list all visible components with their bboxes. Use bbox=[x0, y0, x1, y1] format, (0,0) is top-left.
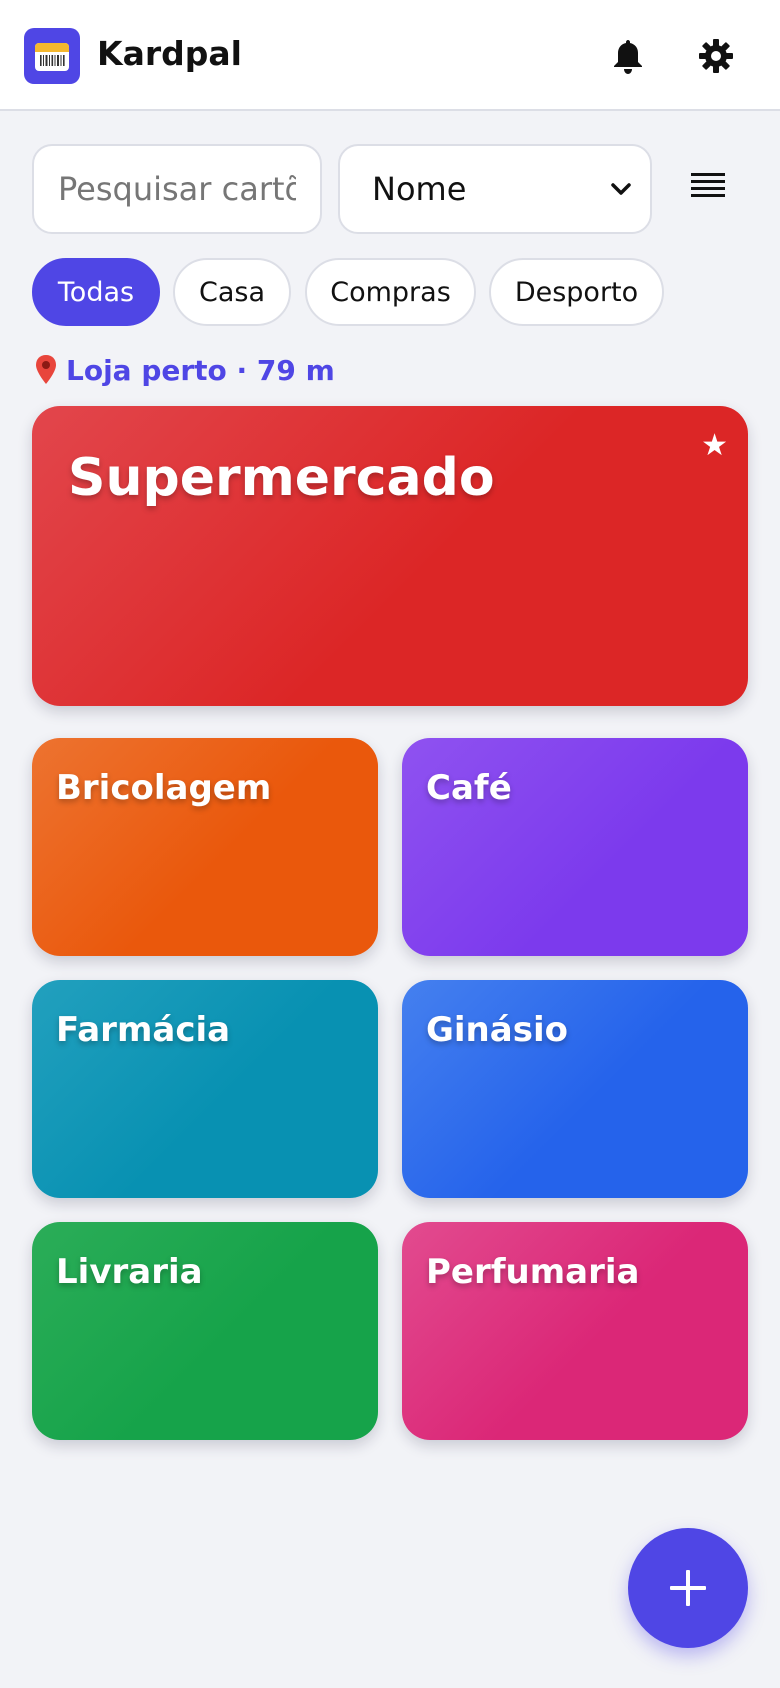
nearby-store-banner[interactable]: Loja perto · 79 m bbox=[34, 350, 335, 390]
loyalty-card[interactable]: Farmácia bbox=[32, 980, 378, 1198]
bell-icon bbox=[614, 40, 642, 74]
app-title: Kardpal bbox=[97, 34, 242, 73]
chevron-down-icon bbox=[611, 183, 631, 195]
card-name: Livraria bbox=[56, 1252, 203, 1292]
loyalty-card[interactable]: Livraria bbox=[32, 1222, 378, 1440]
filter-chip-compras[interactable]: Compras bbox=[305, 258, 476, 326]
card-name: Bricolagem bbox=[56, 768, 272, 808]
barcode-card-icon bbox=[35, 43, 69, 71]
notifications-button[interactable] bbox=[608, 36, 648, 76]
list-view-icon bbox=[691, 173, 725, 197]
map-pin-icon bbox=[36, 355, 56, 384]
card-name: Farmácia bbox=[56, 1010, 231, 1050]
nearby-store-label: Loja perto · 79 m bbox=[66, 353, 335, 387]
filter-chip-todas[interactable]: Todas bbox=[32, 258, 160, 326]
plus-icon bbox=[670, 1570, 706, 1606]
filter-chip-desporto[interactable]: Desporto bbox=[489, 258, 664, 326]
loyalty-card[interactable]: Bricolagem bbox=[32, 738, 378, 956]
card-name: Supermercado bbox=[68, 448, 495, 508]
loyalty-card[interactable]: Café bbox=[402, 738, 748, 956]
app-header: Kardpal bbox=[0, 0, 780, 111]
card-name: Perfumaria bbox=[426, 1252, 640, 1292]
settings-button[interactable] bbox=[696, 36, 736, 76]
loyalty-card-featured[interactable]: Supermercado ★ bbox=[32, 406, 748, 706]
sort-select[interactable]: Nome bbox=[338, 144, 652, 234]
favorite-star-icon: ★ bbox=[701, 428, 728, 463]
loyalty-card[interactable]: Perfumaria bbox=[402, 1222, 748, 1440]
loyalty-card[interactable]: Ginásio bbox=[402, 980, 748, 1198]
card-name: Café bbox=[426, 768, 512, 808]
add-card-button[interactable] bbox=[628, 1528, 748, 1648]
app-root: Kardpal Pesquisar cartões Nome Todas Cas… bbox=[0, 0, 780, 1688]
gear-icon bbox=[699, 39, 733, 73]
app-logo bbox=[24, 28, 80, 84]
search-input[interactable] bbox=[32, 144, 322, 234]
filter-chip-casa[interactable]: Casa bbox=[173, 258, 291, 326]
sort-select-value: Nome bbox=[372, 170, 467, 208]
card-name: Ginásio bbox=[426, 1010, 568, 1050]
view-toggle-button[interactable] bbox=[688, 166, 728, 206]
